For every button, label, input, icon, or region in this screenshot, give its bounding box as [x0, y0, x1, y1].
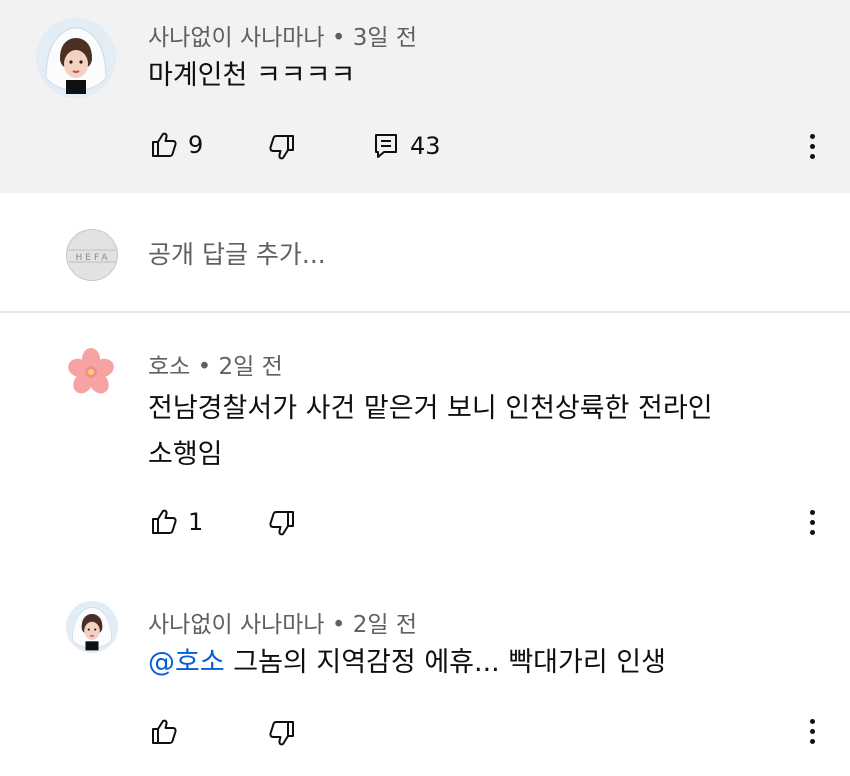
- author-name[interactable]: 사나없이 사나마나: [148, 612, 325, 638]
- comment-text-line-2: 소행임: [148, 439, 223, 470]
- thumbs-down-icon: [269, 135, 294, 160]
- like-count: 1: [188, 508, 204, 536]
- flower-icon: [64, 345, 118, 399]
- comment-meta: 호소 • 2일 전: [148, 347, 283, 381]
- comment-meta: 사나없이 사나마나 • 2일 전: [148, 605, 417, 639]
- thumbs-up-icon: [152, 719, 177, 744]
- reply-item: 사나없이 사나마나 • 2일 전 @호소 그놈의 지역감정 에휴... 빡대가리…: [0, 571, 850, 776]
- author-avatar[interactable]: [64, 345, 118, 399]
- svg-text:HEFA: HEFA: [76, 253, 111, 263]
- author-avatar[interactable]: [66, 601, 118, 653]
- comment-time[interactable]: 2일 전: [219, 354, 283, 380]
- like-button[interactable]: [150, 718, 178, 746]
- comment-text-body: 그놈의 지역감정 에휴... 빡대가리 인생: [224, 647, 666, 678]
- more-vert-icon[interactable]: [800, 128, 824, 164]
- author-name[interactable]: 사나없이 사나마나: [148, 25, 325, 51]
- comment-time[interactable]: 3일 전: [353, 25, 417, 51]
- top-comment: 사나없이 사나마나 • 3일 전 마계인천 ㅋㅋㅋㅋ 9 43: [0, 0, 850, 193]
- comment-text: @호소 그놈의 지역감정 에휴... 빡대가리 인생: [148, 639, 666, 687]
- like-button[interactable]: 9: [150, 131, 203, 159]
- reply-input[interactable]: 공개 답글 추가...: [148, 231, 326, 279]
- avatar-portrait-icon: [36, 18, 116, 98]
- replies-button[interactable]: 43: [372, 132, 441, 160]
- comment-icon: [375, 134, 397, 158]
- more-vert-icon[interactable]: [800, 713, 824, 749]
- hefa-logo-icon: HEFA: [67, 230, 117, 280]
- meta-separator: •: [324, 25, 353, 51]
- like-count: 9: [188, 131, 204, 159]
- meta-separator: •: [324, 612, 353, 638]
- add-reply-row: HEFA 공개 답글 추가...: [0, 193, 850, 313]
- author-name[interactable]: 호소: [148, 354, 190, 380]
- like-button[interactable]: 1: [150, 508, 203, 536]
- dislike-button[interactable]: [268, 719, 296, 747]
- dislike-button[interactable]: [268, 509, 296, 537]
- thumbs-up-icon: [152, 509, 177, 534]
- comment-meta: 사나없이 사나마나 • 3일 전: [148, 18, 417, 52]
- more-vert-icon[interactable]: [800, 504, 824, 540]
- mention-link[interactable]: @호소: [148, 647, 225, 678]
- thumbs-up-icon: [152, 132, 177, 157]
- comment-text: 마계인천 ㅋㅋㅋㅋ: [148, 60, 356, 91]
- comment-text-line-1: 전남경찰서가 사건 맡은거 보니 인천상륙한 전라인: [148, 393, 713, 424]
- current-user-avatar[interactable]: HEFA: [66, 229, 118, 281]
- meta-separator: •: [190, 354, 219, 380]
- author-avatar[interactable]: [36, 18, 116, 98]
- reply-item: 호소 • 2일 전 전남경찰서가 사건 맡은거 보니 인천상륙한 전라인 소행임…: [0, 315, 850, 571]
- thumbs-down-icon: [269, 721, 294, 746]
- avatar-portrait-icon: [66, 601, 118, 653]
- dislike-button[interactable]: [268, 133, 296, 161]
- comment-time[interactable]: 2일 전: [353, 612, 417, 638]
- reply-count: 43: [410, 132, 441, 160]
- thumbs-down-icon: [269, 511, 294, 536]
